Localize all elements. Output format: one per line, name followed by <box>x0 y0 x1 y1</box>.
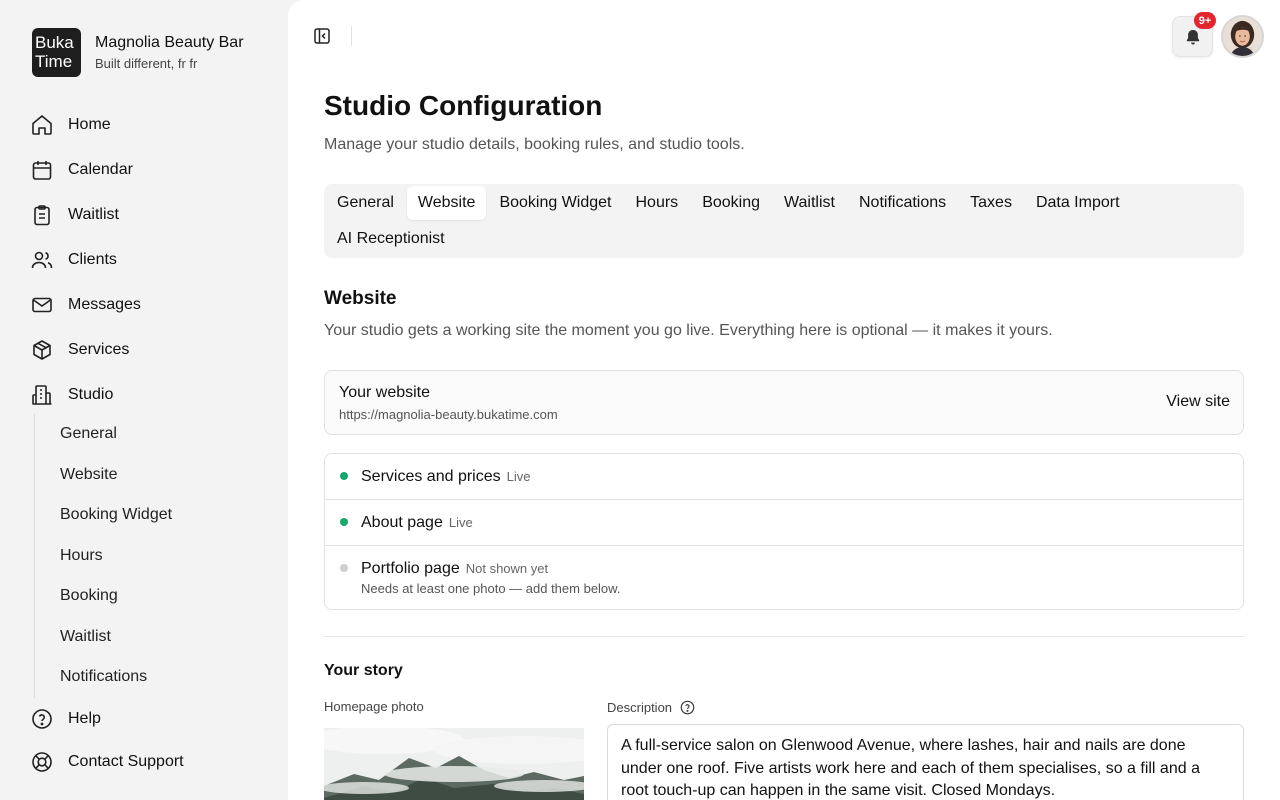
tab-website[interactable]: Website <box>406 186 487 220</box>
status-row-portfolio: Portfolio page Not shown yet Needs at lea… <box>325 546 1243 609</box>
main-nav: Home Calendar Waitlist Clients Messages … <box>30 102 270 417</box>
nav-label: Studio <box>68 385 114 403</box>
website-link-card: Your website https://magnolia-beauty.buk… <box>324 370 1244 435</box>
page-subtitle: Manage your studio details, booking rule… <box>324 136 745 153</box>
status-name: Portfolio page <box>361 560 460 577</box>
home-icon <box>32 114 52 135</box>
studio-tagline: Built different, fr fr <box>95 55 198 71</box>
nav-label: Help <box>68 709 101 727</box>
box-icon <box>33 339 51 360</box>
nav-label: Contact Support <box>68 752 184 770</box>
sidebar-collapse-icon[interactable] <box>312 26 332 46</box>
studio-subnav: General Website Booking Widget Hours Boo… <box>34 414 254 698</box>
nav-item-help[interactable]: Help <box>30 697 270 740</box>
sidebar: Buka Time Magnolia Beauty Bar Built diff… <box>0 0 288 800</box>
tab-taxes[interactable]: Taxes <box>959 186 1023 220</box>
user-avatar[interactable] <box>1221 15 1264 58</box>
bell-icon <box>1186 29 1199 44</box>
status-tag: Live <box>448 515 473 530</box>
tab-ai-receptionist[interactable]: AI Receptionist <box>326 222 456 256</box>
notification-count-badge: 9+ <box>1194 12 1216 29</box>
clipboard-icon <box>34 204 50 225</box>
description-label: Description <box>607 700 673 715</box>
nav-label: Messages <box>68 295 141 313</box>
nav-label: Waitlist <box>68 205 119 223</box>
status-dot-inactive <box>340 564 348 572</box>
website-label: Your website <box>339 384 431 401</box>
nav-label: Home <box>68 115 111 133</box>
page-status-list: Services and prices Live About page Live P… <box>324 453 1244 610</box>
description-textarea[interactable]: A full-service salon on Glenwood Avenue,… <box>607 724 1244 800</box>
building-icon <box>32 384 52 405</box>
status-row-services: Services and prices Live <box>325 454 1243 500</box>
logo-line-2: Time <box>35 52 73 71</box>
subnav-item-notifications[interactable]: Notifications <box>35 657 254 698</box>
nav-item-studio[interactable]: Studio <box>30 372 270 417</box>
status-dot-live <box>340 472 348 480</box>
status-tag: Live <box>506 469 531 484</box>
info-help-icon[interactable] <box>680 700 695 715</box>
tab-booking-widget[interactable]: Booking Widget <box>488 186 622 220</box>
tab-waitlist[interactable]: Waitlist <box>773 186 846 220</box>
homepage-photo-image <box>324 728 584 800</box>
homepage-photo[interactable] <box>324 728 584 800</box>
mail-icon <box>32 297 52 312</box>
lifebuoy-icon <box>32 751 52 772</box>
nav-item-calendar[interactable]: Calendar <box>30 147 270 192</box>
main-panel: 9+ Studio Configuration Manage your stud… <box>288 0 1280 800</box>
tab-general[interactable]: General <box>326 186 405 220</box>
nav-label: Services <box>68 340 130 358</box>
tab-hours[interactable]: Hours <box>625 186 690 220</box>
subnav-item-booking[interactable]: Booking <box>35 576 254 617</box>
secondary-nav: Help Contact Support <box>30 697 270 783</box>
calendar-icon <box>32 160 52 180</box>
website-section-title: Website <box>324 288 397 309</box>
studio-name: Magnolia Beauty Bar <box>95 33 244 51</box>
subnav-item-booking-widget[interactable]: Booking Widget <box>35 495 254 536</box>
story-section-title: Your story <box>324 662 403 679</box>
view-site-link[interactable]: View site <box>1166 393 1230 411</box>
nav-label: Calendar <box>68 160 133 178</box>
status-row-about: About page Live <box>325 500 1243 546</box>
settings-tabs: General Website Booking Widget Hours Boo… <box>324 184 1244 258</box>
homepage-photo-label: Homepage photo <box>324 699 424 714</box>
section-divider <box>324 636 1244 637</box>
topbar-divider <box>351 26 352 46</box>
website-url: https://magnolia-beauty.bukatime.com <box>339 407 558 422</box>
subnav-item-waitlist[interactable]: Waitlist <box>35 617 254 658</box>
nav-item-contact-support[interactable]: Contact Support <box>30 740 270 783</box>
help-circle-icon <box>32 708 52 729</box>
subnav-item-website[interactable]: Website <box>35 455 254 496</box>
subnav-item-general[interactable]: General <box>35 414 254 455</box>
nav-item-waitlist[interactable]: Waitlist <box>30 192 270 237</box>
nav-item-home[interactable]: Home <box>30 102 270 147</box>
description-label-row: Description <box>607 700 695 715</box>
status-note: Needs at least one photo — add them belo… <box>361 581 621 596</box>
tab-data-import[interactable]: Data Import <box>1025 186 1131 220</box>
tab-booking[interactable]: Booking <box>691 186 771 220</box>
nav-item-services[interactable]: Services <box>30 327 270 372</box>
subnav-item-hours[interactable]: Hours <box>35 536 254 577</box>
status-dot-live <box>340 518 348 526</box>
page-title: Studio Configuration <box>324 90 603 121</box>
status-name: About page <box>361 514 443 531</box>
studio-switcher[interactable]: Buka Time Magnolia Beauty Bar Built diff… <box>20 16 272 88</box>
nav-item-messages[interactable]: Messages <box>30 282 270 327</box>
avatar-image <box>1223 17 1262 56</box>
brand-logo: Buka Time <box>32 27 81 77</box>
users-icon <box>31 251 53 268</box>
status-name: Services and prices <box>361 468 501 485</box>
tab-notifications[interactable]: Notifications <box>848 186 957 220</box>
logo-line-1: Buka <box>35 33 74 52</box>
status-tag: Not shown yet <box>465 561 549 576</box>
website-section-subtitle: Your studio gets a working site the mome… <box>324 322 1053 339</box>
nav-item-clients[interactable]: Clients <box>30 237 270 282</box>
nav-label: Clients <box>68 250 117 268</box>
